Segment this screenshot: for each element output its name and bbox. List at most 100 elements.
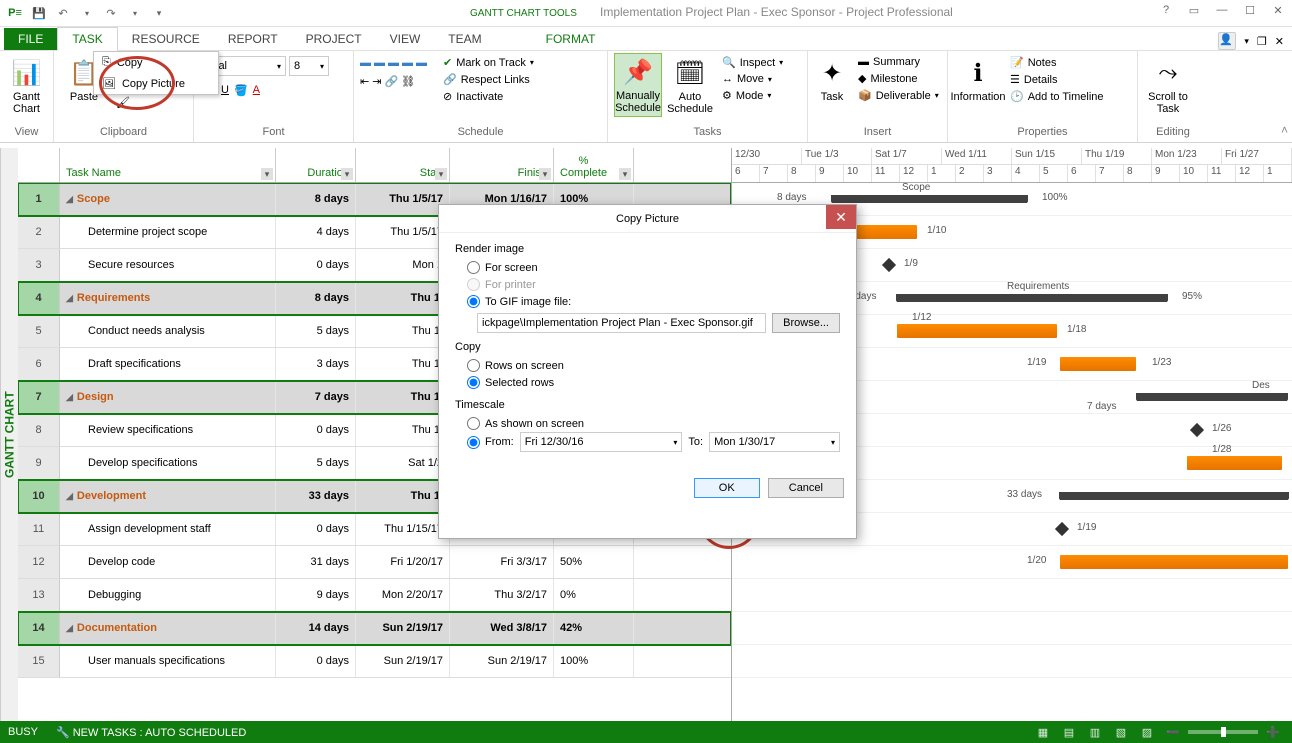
col-complete[interactable]: % Complete▾ (554, 148, 634, 182)
row-id[interactable]: 5 (18, 315, 60, 347)
mode-button[interactable]: ⚙Mode▾ (718, 88, 787, 103)
cell-start[interactable]: Mon 2/20/17 (356, 579, 450, 611)
pct0-icon[interactable]: ▬ (360, 57, 371, 69)
zoom-out-icon[interactable]: ➖ (1162, 723, 1184, 741)
radio-for-printer[interactable]: For printer (455, 276, 840, 293)
chevron-down-icon[interactable]: ▾ (539, 168, 551, 180)
cell-name[interactable]: ◢Requirements (60, 282, 276, 314)
row-id[interactable]: 14 (18, 612, 60, 644)
row-id[interactable]: 1 (18, 183, 60, 215)
ok-button[interactable]: OK (694, 478, 760, 498)
undo-drop-icon[interactable]: ▾ (76, 2, 98, 24)
font-color-button[interactable]: A (253, 84, 260, 97)
cell-finish[interactable]: Thu 3/2/17 (450, 579, 554, 611)
cell-duration[interactable]: 8 days (276, 282, 356, 314)
view-report-icon[interactable]: ▨ (1136, 723, 1158, 741)
view-usage-icon[interactable]: ▤ (1058, 723, 1080, 741)
cell-start[interactable]: Thu 1/ (356, 282, 450, 314)
table-row[interactable]: 14 ◢Documentation 14 days Sun 2/19/17 We… (18, 612, 731, 645)
table-row[interactable]: 12 Develop code 31 days Fri 1/20/17 Fri … (18, 546, 731, 579)
view-gantt-icon[interactable]: ▦ (1032, 723, 1054, 741)
cell-name[interactable]: Develop code (60, 546, 276, 578)
cell-duration[interactable]: 14 days (276, 612, 356, 644)
cell-complete[interactable]: 42% (554, 612, 634, 644)
col-finish[interactable]: Finish▾ (450, 148, 554, 182)
link-icon[interactable]: 🔗 (384, 75, 398, 88)
cell-complete[interactable]: 100% (554, 645, 634, 677)
zoom-in-icon[interactable]: ➕ (1262, 723, 1284, 741)
cell-name[interactable]: Conduct needs analysis (60, 315, 276, 347)
view-label[interactable]: GANTT CHART (0, 148, 18, 721)
unlink-icon[interactable]: ⛓ (401, 75, 415, 88)
cell-complete[interactable]: 0% (554, 579, 634, 611)
inactivate-button[interactable]: ⊘Inactivate (439, 89, 538, 104)
row-id[interactable]: 15 (18, 645, 60, 677)
row-id[interactable]: 8 (18, 414, 60, 446)
row-id[interactable]: 9 (18, 447, 60, 479)
cell-complete[interactable]: 50% (554, 546, 634, 578)
cell-duration[interactable]: 8 days (276, 183, 356, 215)
view-sheet-icon[interactable]: ▧ (1110, 723, 1132, 741)
redo-icon[interactable]: ↷ (100, 2, 122, 24)
pct25-icon[interactable]: ▬ (374, 57, 385, 69)
browse-button[interactable]: Browse... (772, 313, 840, 333)
cell-start[interactable]: Thu 1/ (356, 348, 450, 380)
cell-duration[interactable]: 5 days (276, 315, 356, 347)
inspect-button[interactable]: 🔍Inspect▾ (718, 55, 787, 70)
move-button[interactable]: ↔Move▾ (718, 72, 787, 86)
cell-name[interactable]: ◢Development (60, 480, 276, 512)
app-icon[interactable]: P≡ (4, 2, 26, 24)
notes-button[interactable]: 📝Notes (1006, 55, 1108, 70)
row-id[interactable]: 6 (18, 348, 60, 380)
cell-duration[interactable]: 0 days (276, 513, 356, 545)
tab-report[interactable]: REPORT (214, 28, 292, 50)
pct75-icon[interactable]: ▬ (402, 57, 413, 69)
maximize-icon[interactable]: ☐ (1236, 0, 1264, 20)
tab-task[interactable]: TASK (57, 27, 117, 51)
cell-duration[interactable]: 9 days (276, 579, 356, 611)
col-duration[interactable]: Duration▾ (276, 148, 356, 182)
cell-start[interactable]: Thu 1/ (356, 315, 450, 347)
fill-color-button[interactable]: 🪣 (234, 84, 248, 97)
ribbon-collapse-icon[interactable]: ▾ (1244, 36, 1249, 47)
cell-name[interactable]: User manuals specifications (60, 645, 276, 677)
dialog-close-button[interactable]: ✕ (826, 205, 856, 229)
summary-button[interactable]: ▬Summary (854, 55, 943, 69)
cell-duration[interactable]: 7 days (276, 381, 356, 413)
row-id[interactable]: 12 (18, 546, 60, 578)
cell-name[interactable]: ◢Scope (60, 183, 276, 215)
radio-from[interactable]: From: (467, 434, 514, 451)
row-id[interactable]: 4 (18, 282, 60, 314)
window-close-icon[interactable]: ✕ (1275, 35, 1284, 48)
collapse-icon[interactable]: ◢ (66, 491, 73, 502)
radio-selected-rows[interactable]: Selected rows (455, 374, 840, 391)
cell-duration[interactable]: 5 days (276, 447, 356, 479)
cell-start[interactable]: Thu 1/5/17 (356, 216, 450, 248)
cell-duration[interactable]: 0 days (276, 645, 356, 677)
cell-duration[interactable]: 31 days (276, 546, 356, 578)
cell-name[interactable]: ◢Design (60, 381, 276, 413)
cell-name[interactable]: Assign development staff (60, 513, 276, 545)
cell-finish[interactable]: Sun 2/19/17 (450, 645, 554, 677)
underline-button[interactable]: U (221, 84, 229, 97)
cell-name[interactable]: Debugging (60, 579, 276, 611)
redo-drop-icon[interactable]: ▾ (124, 2, 146, 24)
cell-start[interactable]: Thu 1/ (356, 414, 450, 446)
row-id[interactable]: 11 (18, 513, 60, 545)
tab-file[interactable]: FILE (4, 28, 57, 50)
undo-icon[interactable]: ↶ (52, 2, 74, 24)
respect-links-button[interactable]: 🔗Respect Links (439, 72, 538, 87)
cell-duration[interactable]: 4 days (276, 216, 356, 248)
chevron-down-icon[interactable]: ▾ (261, 168, 273, 180)
tab-team[interactable]: TEAM (434, 28, 495, 50)
tab-project[interactable]: PROJECT (292, 28, 376, 50)
cell-start[interactable]: Thu 1/ (356, 480, 450, 512)
cell-duration[interactable]: 3 days (276, 348, 356, 380)
gif-path-input[interactable] (477, 313, 766, 333)
cell-start[interactable]: Thu 1/15/17 (356, 513, 450, 545)
collapse-icon[interactable]: ◢ (66, 392, 73, 403)
collapse-icon[interactable]: ◢ (66, 623, 73, 634)
cell-name[interactable]: Develop specifications (60, 447, 276, 479)
table-row[interactable]: 13 Debugging 9 days Mon 2/20/17 Thu 3/2/… (18, 579, 731, 612)
to-date-combo[interactable]: Mon 1/30/17▾ (709, 432, 840, 452)
